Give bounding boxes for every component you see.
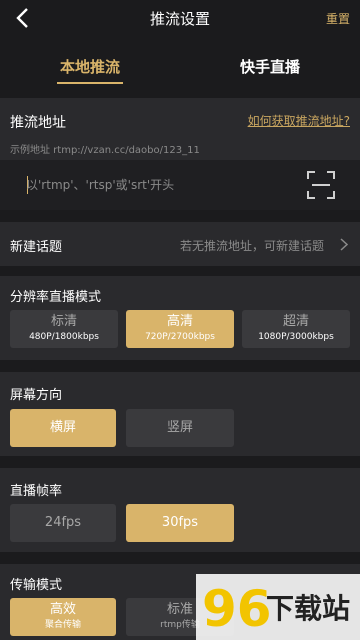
orientation-option-landscape[interactable]: 横屏 [10, 409, 116, 447]
top-bar: 推流设置 重置 [0, 0, 360, 36]
scan-qr-icon[interactable] [306, 170, 336, 200]
push-address-input[interactable] [26, 172, 296, 198]
tab-local-push[interactable]: 本地推流 [30, 56, 150, 77]
watermark-text: 下载站 [266, 592, 350, 625]
reset-button[interactable]: 重置 [326, 10, 350, 27]
option-sublabel: 480P/1800kbps [29, 332, 99, 342]
option-label: 24fps [44, 515, 82, 530]
site-watermark-logo: 96 下载站 [196, 574, 360, 640]
orientation-section: 屏幕方向 横屏 竖屏 [0, 372, 360, 456]
resolution-section: 分辨率直播模式 标清 480P/1800kbps 高清 720P/2700kbp… [0, 276, 360, 360]
how-to-get-address-link[interactable]: 如何获取推流地址? [248, 112, 350, 129]
orientation-option-portrait[interactable]: 竖屏 [126, 409, 234, 447]
framerate-title: 直播帧率 [10, 484, 63, 499]
page-title: 推流设置 [149, 10, 210, 28]
option-label: 标清 [50, 314, 77, 329]
chevron-left-icon [16, 8, 28, 28]
orientation-title: 屏幕方向 [10, 388, 63, 403]
chevron-right-icon [340, 238, 348, 251]
watermark-digits: 96 [202, 580, 272, 638]
new-topic-label: 新建话题 [10, 240, 63, 255]
option-label: 30fps [161, 515, 199, 530]
tab-bar: 本地推流 快手直播 [0, 36, 360, 90]
back-button[interactable] [8, 4, 36, 32]
framerate-option-24fps[interactable]: 24fps [10, 504, 116, 542]
new-topic-row[interactable]: 新建话题 若无推流地址，可新建话题 [0, 222, 360, 266]
resolution-option-sd[interactable]: 标清 480P/1800kbps [10, 310, 118, 348]
option-label: 超清 [282, 314, 309, 329]
new-topic-hint: 若无推流地址，可新建话题 [179, 239, 324, 253]
push-address-input-row [0, 160, 360, 210]
framerate-option-30fps[interactable]: 30fps [126, 504, 234, 542]
push-address-title: 推流地址 [10, 115, 66, 131]
transport-title: 传输模式 [10, 578, 63, 593]
option-sublabel: 720P/2700kbps [145, 332, 215, 342]
option-label: 高效 [49, 602, 76, 617]
example-address: 示例地址 rtmp://vzan.cc/daobo/123_11 [10, 145, 200, 156]
push-address-section: 推流地址 如何获取推流地址? 示例地址 rtmp://vzan.cc/daobo… [0, 98, 360, 164]
option-label: 高清 [166, 314, 193, 329]
option-sublabel: 1080P/3000kbps [258, 332, 334, 342]
transport-option-efficient[interactable]: 高效 聚合传输 [10, 598, 116, 636]
resolution-title: 分辨率直播模式 [10, 290, 102, 305]
option-label: 竖屏 [166, 420, 193, 435]
active-tab-indicator [57, 82, 123, 84]
resolution-option-hd[interactable]: 高清 720P/2700kbps [126, 310, 234, 348]
option-label: 横屏 [49, 420, 76, 435]
tab-kuaishou-live[interactable]: 快手直播 [210, 56, 330, 77]
resolution-option-fhd[interactable]: 超清 1080P/3000kbps [242, 310, 350, 348]
option-sublabel: 聚合传输 [44, 620, 81, 630]
framerate-section: 直播帧率 24fps 30fps [0, 468, 360, 552]
